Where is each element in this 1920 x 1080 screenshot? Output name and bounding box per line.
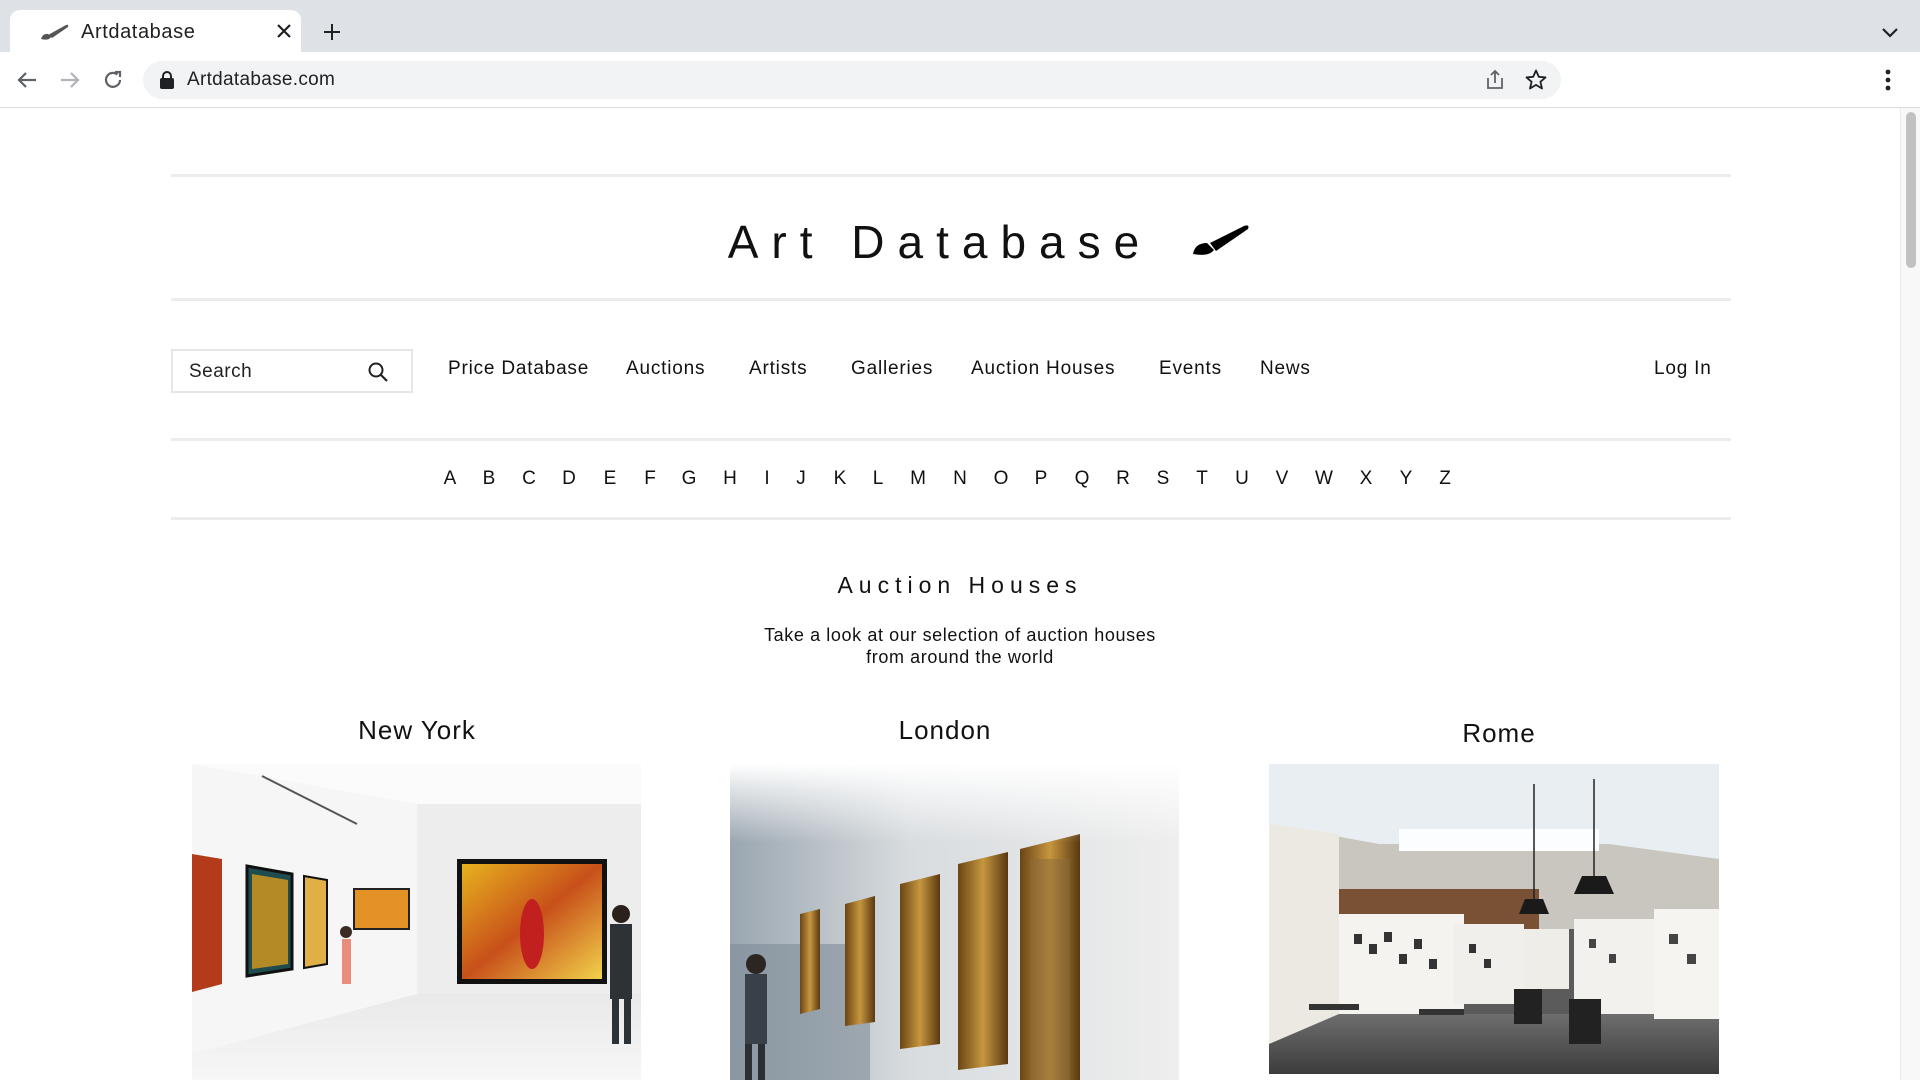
section-subtitle-line: from around the world: [866, 647, 1054, 667]
bookmark-star-icon[interactable]: [1524, 68, 1548, 92]
alpha-link-k[interactable]: K: [825, 468, 855, 490]
section-subtitle: Take a look at our selection of auction …: [660, 624, 1260, 668]
nav-auctions[interactable]: Auctions: [626, 358, 705, 380]
alpha-link-d[interactable]: D: [554, 468, 584, 490]
section-subtitle-line: Take a look at our selection of auction …: [764, 625, 1156, 645]
tab-title: Artdatabase: [81, 21, 196, 43]
site-title[interactable]: Art Database: [0, 215, 1920, 269]
alpha-link-s[interactable]: S: [1148, 468, 1178, 490]
forward-arrow-icon[interactable]: [56, 66, 84, 94]
card-title-london[interactable]: London: [720, 715, 1170, 746]
browser-tab[interactable]: Artdatabase: [10, 10, 301, 52]
lock-icon: [160, 71, 174, 89]
alpha-link-x[interactable]: X: [1351, 468, 1381, 490]
alpha-link-t[interactable]: T: [1187, 468, 1217, 490]
kebab-menu-icon[interactable]: [1876, 66, 1900, 94]
nav-auction-houses[interactable]: Auction Houses: [971, 358, 1115, 380]
page-viewport: Art Database Price Database Auctions Art…: [0, 108, 1920, 1080]
alpha-link-r[interactable]: R: [1108, 468, 1138, 490]
close-tab-icon[interactable]: [273, 20, 295, 42]
share-icon[interactable]: [1484, 69, 1506, 91]
browser-toolbar: Artdatabase.com: [0, 52, 1920, 108]
scrollbar-thumb[interactable]: [1906, 112, 1916, 268]
alpha-link-f[interactable]: F: [635, 468, 665, 490]
alpha-link-p[interactable]: P: [1026, 468, 1056, 490]
search-icon[interactable]: [366, 360, 390, 384]
alpha-link-c[interactable]: C: [514, 468, 544, 490]
alpha-link-j[interactable]: J: [786, 468, 816, 490]
alpha-link-z[interactable]: Z: [1430, 468, 1460, 490]
alpha-link-g[interactable]: G: [674, 468, 704, 490]
paintbrush-logo-icon: [1193, 225, 1249, 255]
alpha-link-b[interactable]: B: [474, 468, 504, 490]
divider: [171, 298, 1731, 301]
alpha-link-w[interactable]: W: [1309, 468, 1339, 490]
nav-artists[interactable]: Artists: [749, 358, 807, 380]
new-tab-icon[interactable]: [318, 18, 346, 46]
nav-price-database[interactable]: Price Database: [448, 358, 589, 380]
search-input[interactable]: [189, 361, 359, 383]
alpha-link-v[interactable]: V: [1267, 468, 1297, 490]
alpha-link-m[interactable]: M: [903, 468, 933, 490]
section-title: Auction Houses: [837, 572, 1083, 598]
alpha-link-i[interactable]: I: [752, 468, 782, 490]
card-title-rome[interactable]: Rome: [1274, 718, 1724, 749]
address-bar[interactable]: Artdatabase.com: [143, 61, 1561, 99]
back-arrow-icon[interactable]: [13, 66, 41, 94]
alpha-link-e[interactable]: E: [595, 468, 625, 490]
alpha-link-l[interactable]: L: [863, 468, 893, 490]
alpha-link-h[interactable]: H: [715, 468, 745, 490]
divider: [171, 174, 1731, 177]
chevron-down-icon[interactable]: [1878, 20, 1902, 44]
alpha-link-q[interactable]: Q: [1067, 468, 1097, 490]
divider: [171, 517, 1731, 520]
paintbrush-favicon-icon: [41, 24, 69, 40]
url-text: Artdatabase.com: [187, 69, 336, 90]
new-york-gallery-image[interactable]: [192, 764, 641, 1080]
rome-gallery-image[interactable]: [1269, 764, 1719, 1074]
alpha-link-o[interactable]: O: [986, 468, 1016, 490]
reload-icon[interactable]: [99, 66, 127, 94]
alpha-link-u[interactable]: U: [1227, 468, 1257, 490]
tab-strip: Artdatabase: [0, 0, 1920, 52]
alpha-link-a[interactable]: A: [435, 468, 465, 490]
nav-events[interactable]: Events: [1159, 358, 1222, 380]
search-box[interactable]: [171, 349, 413, 393]
card-title-new-york[interactable]: New York: [192, 715, 642, 746]
divider: [171, 438, 1731, 441]
alpha-link-n[interactable]: N: [945, 468, 975, 490]
alpha-link-y[interactable]: Y: [1391, 468, 1421, 490]
nav-galleries[interactable]: Galleries: [851, 358, 933, 380]
london-gallery-image[interactable]: [730, 764, 1179, 1080]
page-scrollbar[interactable]: [1900, 108, 1920, 1080]
nav-news[interactable]: News: [1260, 358, 1311, 380]
login-link[interactable]: Log In: [1654, 358, 1712, 380]
